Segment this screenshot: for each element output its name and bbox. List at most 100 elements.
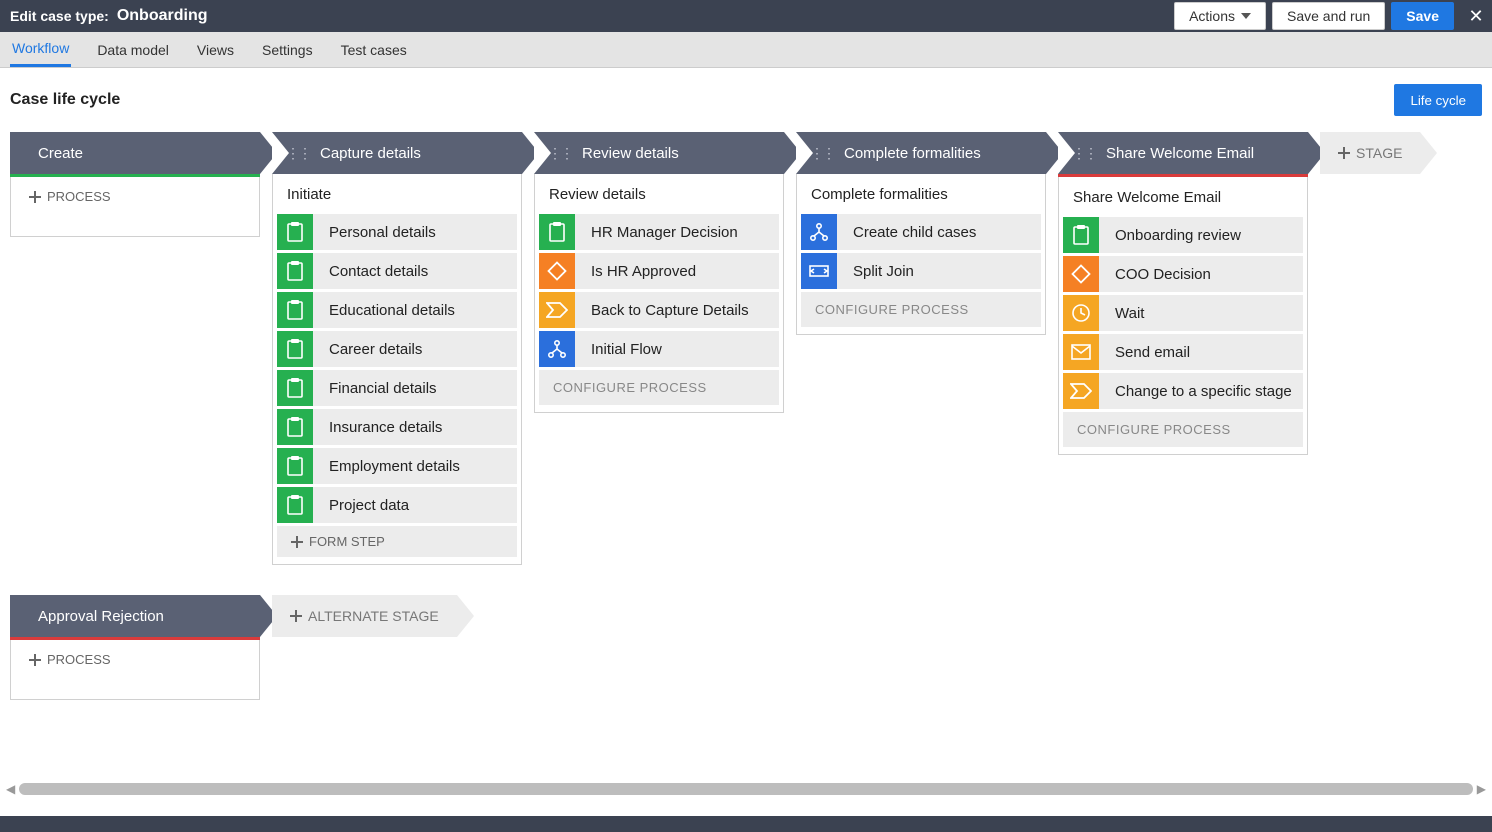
step-label: Change to a specific stage — [1099, 383, 1292, 400]
stages-row: Create PROCESS ⋮⋮ Capture details InitiatePe… — [0, 132, 1492, 585]
step-label: Create child cases — [837, 224, 976, 241]
actions-button[interactable]: Actions — [1174, 2, 1266, 30]
step-label: Contact details — [313, 263, 428, 280]
stage-header[interactable]: ⋮⋮ Capture details — [272, 132, 522, 174]
bottom-status-bar — [0, 816, 1492, 832]
stage-title: Approval Rejection — [38, 608, 164, 625]
step-label: Split Join — [837, 263, 914, 280]
step-label: Insurance details — [313, 419, 442, 436]
life-cycle-button[interactable]: Life cycle — [1394, 84, 1482, 116]
process-title[interactable]: Initiate — [277, 178, 517, 211]
tab-test-cases[interactable]: Test cases — [339, 34, 409, 66]
tab-data-model[interactable]: Data model — [95, 34, 171, 66]
step-item[interactable]: Contact details — [277, 253, 517, 289]
scroll-right-icon[interactable]: ▶ — [1477, 782, 1486, 796]
horizontal-scrollbar[interactable]: ◀ ▶ — [0, 780, 1492, 798]
add-form-step-button[interactable]: FORM STEP — [277, 526, 517, 557]
step-item[interactable]: Onboarding review — [1063, 217, 1303, 253]
page-title: Case life cycle — [10, 91, 120, 109]
stage-header[interactable]: ⋮⋮ Review details — [534, 132, 784, 174]
stage-share-welcome-email: ⋮⋮Share Welcome EmailShare Welcome Email… — [1058, 132, 1308, 455]
diamond-icon — [1063, 256, 1099, 292]
clipboard-icon — [1063, 217, 1099, 253]
stage-title: Share Welcome Email — [1106, 145, 1254, 162]
configure-process-button[interactable]: CONFIGURE PROCESS — [801, 292, 1041, 327]
step-item[interactable]: Wait — [1063, 295, 1303, 331]
step-item[interactable]: HR Manager Decision — [539, 214, 779, 250]
stage-body: PROCESS — [10, 640, 260, 700]
stage-header[interactable]: ⋮⋮Complete formalities — [796, 132, 1046, 174]
step-label: Project data — [313, 497, 409, 514]
tab-settings[interactable]: Settings — [260, 34, 315, 66]
step-item[interactable]: Educational details — [277, 292, 517, 328]
add-process-button[interactable]: PROCESS — [15, 644, 255, 675]
alt-stages-row: Approval Rejection PROCESS ALTERNATE STAGE — [0, 585, 1492, 720]
drag-handle-icon[interactable]: ⋮⋮ — [286, 145, 310, 162]
configure-process-button[interactable]: CONFIGURE PROCESS — [1063, 412, 1303, 447]
step-item[interactable]: Back to Capture Details — [539, 292, 779, 328]
step-item[interactable]: Insurance details — [277, 409, 517, 445]
process-title[interactable]: Review details — [539, 178, 779, 211]
chevron-down-icon — [1241, 13, 1251, 19]
stage-header[interactable]: Create — [10, 132, 260, 174]
add-stage-button[interactable]: STAGE — [1320, 132, 1420, 174]
fork-icon — [539, 331, 575, 367]
stage-review-details: ⋮⋮Review detailsReview detailsHR Manager… — [534, 132, 784, 413]
close-icon[interactable]: ✕ — [1460, 0, 1492, 32]
step-item[interactable]: Financial details — [277, 370, 517, 406]
header-title-label: Edit case type: — [10, 8, 109, 24]
stage-complete-formalities: ⋮⋮Complete formalitiesComplete formaliti… — [796, 132, 1046, 335]
add-process-button[interactable]: PROCESS — [15, 181, 255, 212]
scroll-track[interactable] — [19, 783, 1473, 795]
step-item[interactable]: COO Decision — [1063, 256, 1303, 292]
step-item[interactable]: Initial Flow — [539, 331, 779, 367]
step-label: COO Decision — [1099, 266, 1211, 283]
step-item[interactable]: Send email — [1063, 334, 1303, 370]
clipboard-icon — [277, 214, 313, 250]
step-label: Educational details — [313, 302, 455, 319]
drag-handle-icon[interactable]: ⋮⋮ — [548, 145, 572, 162]
stage-header[interactable]: Approval Rejection — [10, 595, 260, 637]
stage-title: Capture details — [320, 145, 421, 162]
process-title[interactable]: Complete formalities — [801, 178, 1041, 211]
clipboard-icon — [277, 409, 313, 445]
stage-body: Review detailsHR Manager DecisionIs HR A… — [534, 174, 784, 413]
step-item[interactable]: Create child cases — [801, 214, 1041, 250]
process-title[interactable]: Share Welcome Email — [1063, 181, 1303, 214]
clipboard-icon — [277, 331, 313, 367]
save-button[interactable]: Save — [1391, 2, 1454, 30]
stage-title: Create — [38, 145, 83, 162]
clipboard-icon — [277, 253, 313, 289]
alt-stage-approval-rejection: Approval Rejection PROCESS — [10, 595, 260, 700]
stage-body: Share Welcome Email Onboarding review COO … — [1058, 177, 1308, 455]
configure-process-button[interactable]: CONFIGURE PROCESS — [539, 370, 779, 405]
tabs-bar: Workflow Data model Views Settings Test case… — [0, 32, 1492, 68]
tab-views[interactable]: Views — [195, 34, 236, 66]
fork-icon — [801, 214, 837, 250]
tab-workflow[interactable]: Workflow — [10, 32, 71, 67]
step-label: Back to Capture Details — [575, 302, 749, 319]
step-label: Initial Flow — [575, 341, 662, 358]
step-label: Wait — [1099, 305, 1144, 322]
step-item[interactable]: Career details — [277, 331, 517, 367]
step-item[interactable]: Project data — [277, 487, 517, 523]
clock-icon — [1063, 295, 1099, 331]
save-and-run-button[interactable]: Save and run — [1272, 2, 1385, 30]
scroll-left-icon[interactable]: ◀ — [6, 782, 15, 796]
clipboard-icon — [277, 487, 313, 523]
drag-handle-icon[interactable]: ⋮⋮ — [810, 145, 834, 162]
stage-capture-details: ⋮⋮ Capture details InitiatePersonal detail… — [272, 132, 522, 565]
stage-body: Complete formalities Create child cases Sp… — [796, 174, 1046, 335]
arrow-tag-icon — [539, 292, 575, 328]
add-alternate-stage-button[interactable]: ALTERNATE STAGE — [272, 595, 457, 637]
step-item[interactable]: Split Join — [801, 253, 1041, 289]
step-item[interactable]: Change to a specific stage — [1063, 373, 1303, 409]
step-label: Onboarding review — [1099, 227, 1241, 244]
drag-handle-icon[interactable]: ⋮⋮ — [1072, 145, 1096, 162]
stage-title: Review details — [582, 145, 679, 162]
step-item[interactable]: Is HR Approved — [539, 253, 779, 289]
step-item[interactable]: Personal details — [277, 214, 517, 250]
step-item[interactable]: Employment details — [277, 448, 517, 484]
mail-icon — [1063, 334, 1099, 370]
stage-header[interactable]: ⋮⋮ Share Welcome Email — [1058, 132, 1308, 174]
